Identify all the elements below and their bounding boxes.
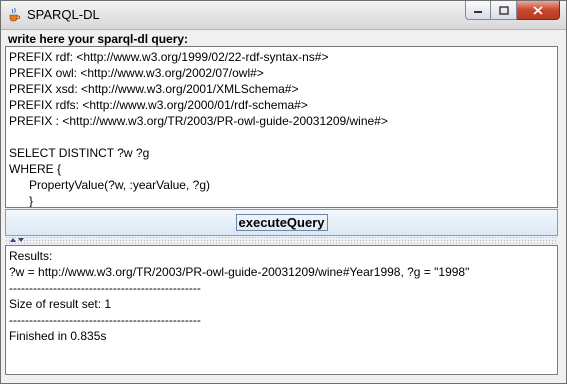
close-icon bbox=[533, 5, 543, 15]
query-line: } bbox=[9, 194, 34, 208]
results-text-area[interactable]: Results: ?w = http://www.w3.org/TR/2003/… bbox=[5, 245, 558, 375]
maximize-button[interactable] bbox=[491, 1, 517, 20]
maximize-icon bbox=[498, 5, 509, 15]
query-panel-label: write here your sparql-dl query: bbox=[8, 32, 189, 46]
query-line: PREFIX : <http://www.w3.org/TR/2003/PR-o… bbox=[9, 114, 388, 128]
result-line: ----------------------------------------… bbox=[9, 313, 201, 327]
split-pane-divider[interactable] bbox=[5, 236, 558, 244]
sparql-dl-window: SPARQL-DL write here your sparql-dl quer… bbox=[0, 0, 567, 384]
query-line: PREFIX owl: <http://www.w3.org/2002/07/o… bbox=[9, 66, 264, 80]
query-text-area[interactable]: PREFIX rdf: <http://www.w3.org/1999/02/2… bbox=[5, 46, 558, 208]
minimize-button[interactable] bbox=[465, 1, 491, 20]
minimize-icon bbox=[474, 11, 482, 13]
query-line bbox=[9, 129, 554, 145]
query-line: WHERE { bbox=[9, 162, 62, 176]
execute-query-button[interactable]: executeQuery bbox=[5, 209, 558, 236]
window-controls bbox=[465, 1, 560, 21]
query-line: PropertyValue(?w, :yearValue, ?g) bbox=[9, 178, 210, 192]
result-line: Size of result set: 1 bbox=[9, 297, 112, 311]
query-line: PREFIX rdfs: <http://www.w3.org/2000/01/… bbox=[9, 98, 308, 112]
result-line: ?w = http://www.w3.org/TR/2003/PR-owl-gu… bbox=[9, 265, 470, 279]
query-line: PREFIX xsd: <http://www.w3.org/2001/XMLS… bbox=[9, 82, 299, 96]
title-bar[interactable]: SPARQL-DL bbox=[1, 1, 566, 30]
close-button[interactable] bbox=[517, 1, 560, 20]
window-title: SPARQL-DL bbox=[27, 7, 100, 22]
query-line: SELECT DISTINCT ?w ?g bbox=[9, 146, 150, 160]
result-line: Results: bbox=[9, 249, 53, 263]
collapse-expand-arrows-icon[interactable] bbox=[9, 237, 25, 243]
java-cup-icon bbox=[9, 7, 21, 22]
result-line: ----------------------------------------… bbox=[9, 281, 201, 295]
execute-query-label: executeQuery bbox=[235, 214, 328, 231]
result-line: Finished in 0.835s bbox=[9, 329, 107, 343]
query-line: PREFIX rdf: <http://www.w3.org/1999/02/2… bbox=[9, 50, 329, 64]
